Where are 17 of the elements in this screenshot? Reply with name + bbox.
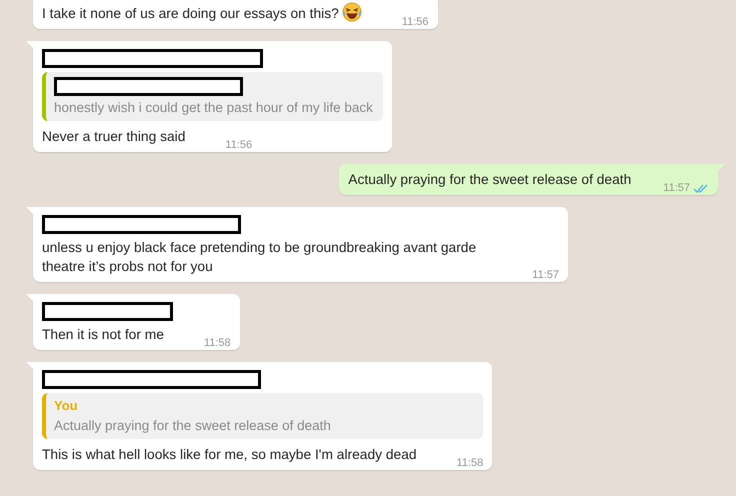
timestamp: 11:56 [402,16,429,28]
message-text: Actually praying for the sweet release of death [348,172,632,187]
quote-text: honestly wish i could get the past hour of my life back [54,100,373,115]
quote-text: Actually praying for the sweet release of death [54,418,332,433]
message-text: Never a truer thing said [42,129,186,144]
quote-author: You [54,398,79,413]
message-text: unless u enjoy black face pretending to be groundbreaking avant garde theatre it’s probs not for you [42,240,476,274]
message-text: I take it none of us are doing our essays on this? [42,6,339,21]
message-text: Then it is not for me [42,327,164,342]
quoted-message[interactable]: You Actually praying for the sweet release of death [42,393,484,439]
quoted-message[interactable]: honestly wish i could get the past hour of my life back [42,72,383,121]
timestamp: 11:56 [225,139,252,151]
timestamp: 11:57 [663,182,690,194]
timestamp: 11:57 [532,269,559,281]
timestamp: 11:58 [456,457,484,469]
timestamp: 11:58 [204,337,231,349]
message-text: This is what hell looks like for me, so maybe I'm already dead [42,447,417,462]
